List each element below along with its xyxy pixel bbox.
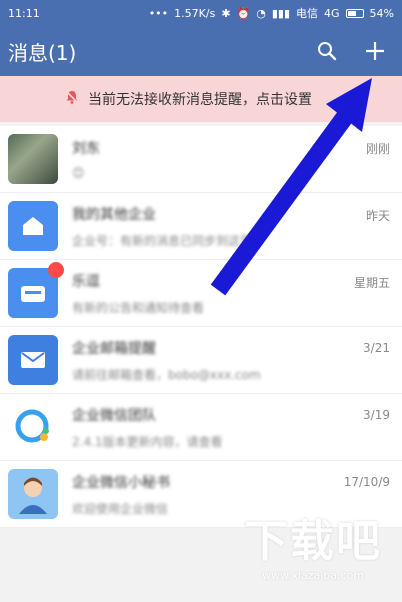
avatar: [8, 469, 58, 519]
message-content: 乐逗 有新的公告和通知待查看: [72, 271, 394, 316]
watermark-url: www.xiazaiba.com: [261, 569, 365, 582]
contact-name: 我的其他企业: [72, 206, 156, 223]
network-speed: 1.57K/s: [174, 6, 216, 20]
avatar: [8, 402, 58, 452]
message-content: 企业邮箱提醒 请前往邮箱查看，bobo@xxx.com: [72, 338, 394, 383]
plus-icon: [366, 42, 384, 60]
battery-level: 54%: [369, 6, 394, 20]
carrier-label: 电信: [296, 7, 319, 20]
unread-badge: [48, 262, 64, 278]
message-time: 昨天: [365, 209, 390, 223]
list-item[interactable]: 乐逗 有新的公告和通知待查看 星期五: [0, 260, 402, 327]
contact-name: 刘东: [72, 141, 100, 157]
list-item[interactable]: 企业微信团队 2.4.1版本更新内容，请查看 3/19: [0, 394, 402, 461]
message-preview: 企业号：有新的消息已同步到这里: [72, 233, 253, 248]
message-content: 企业微信团队 2.4.1版本更新内容，请查看: [72, 405, 394, 450]
header-actions: [314, 38, 394, 64]
bluetooth-icon: ✱: [221, 6, 231, 20]
chat-bubble-icon: [15, 409, 49, 443]
status-right: ••• 1.57K/s ✱ ⏰ ◔ ▮▮▮ 电信 4G 54%: [149, 5, 394, 21]
signal-icon: ▮▮▮: [271, 6, 291, 20]
list-item[interactable]: 刘东 😊 刚刚: [0, 126, 402, 193]
building-icon: [23, 217, 43, 235]
contact-name: 乐逗: [72, 273, 100, 290]
watermark-brand: 下载吧: [244, 516, 382, 567]
banner-text: 当前无法接收新消息提醒，点击设置: [88, 92, 312, 108]
person-icon: [19, 477, 47, 514]
message-preview: 请前往邮箱查看，bobo@xxx.com: [72, 367, 261, 382]
mail-icon: [21, 352, 45, 368]
notification-banner[interactable]: 当前无法接收新消息提醒，点击设置: [0, 76, 402, 122]
message-time: 17/10/9: [343, 475, 390, 489]
wifi-icon: ◔: [256, 6, 266, 20]
message-list: 刘东 😊 刚刚 我的其他企业 企业号：有新的消息已同步到这里 昨天 乐逗 有新的…: [0, 126, 402, 528]
page-title: 消息(1): [8, 40, 77, 65]
avatar: [8, 335, 58, 385]
network-type: 4G: [324, 6, 340, 20]
inbox-icon: [21, 286, 45, 302]
avatar: [8, 201, 58, 251]
search-icon: [318, 42, 337, 61]
battery-icon: [345, 8, 364, 18]
status-bar: 11:11 ••• 1.57K/s ✱ ⏰ ◔ ▮▮▮ 电信 4G 54%: [0, 0, 402, 26]
header: 消息(1): [0, 26, 402, 76]
message-time: 3/19: [363, 408, 390, 422]
add-button[interactable]: [362, 38, 388, 64]
message-time: 刚刚: [365, 142, 390, 156]
search-button[interactable]: [314, 38, 340, 64]
notification-icon: •••: [148, 6, 169, 20]
status-time: 11:11: [8, 6, 40, 20]
avatar: [8, 134, 58, 184]
list-item[interactable]: 企业邮箱提醒 请前往邮箱查看，bobo@xxx.com 3/21: [0, 327, 402, 394]
message-preview: 😊: [72, 166, 85, 180]
message-preview: 有新的公告和通知待查看: [72, 300, 205, 315]
message-content: 我的其他企业 企业号：有新的消息已同步到这里: [72, 204, 394, 249]
bell-muted-icon: [64, 89, 80, 109]
message-preview: 2.4.1版本更新内容，请查看: [72, 434, 223, 449]
alarm-icon: ⏰: [236, 6, 251, 20]
list-item[interactable]: 我的其他企业 企业号：有新的消息已同步到这里 昨天: [0, 193, 402, 260]
message-time: 3/21: [363, 341, 390, 355]
watermark: 下载吧 www.xiazaiba.com: [244, 505, 382, 582]
contact-name: 企业微信团队: [72, 407, 156, 424]
message-time: 星期五: [353, 276, 390, 290]
avatar: [8, 262, 64, 318]
contact-name: 企业邮箱提醒: [72, 340, 156, 357]
message-content: 刘东 😊: [72, 138, 394, 180]
